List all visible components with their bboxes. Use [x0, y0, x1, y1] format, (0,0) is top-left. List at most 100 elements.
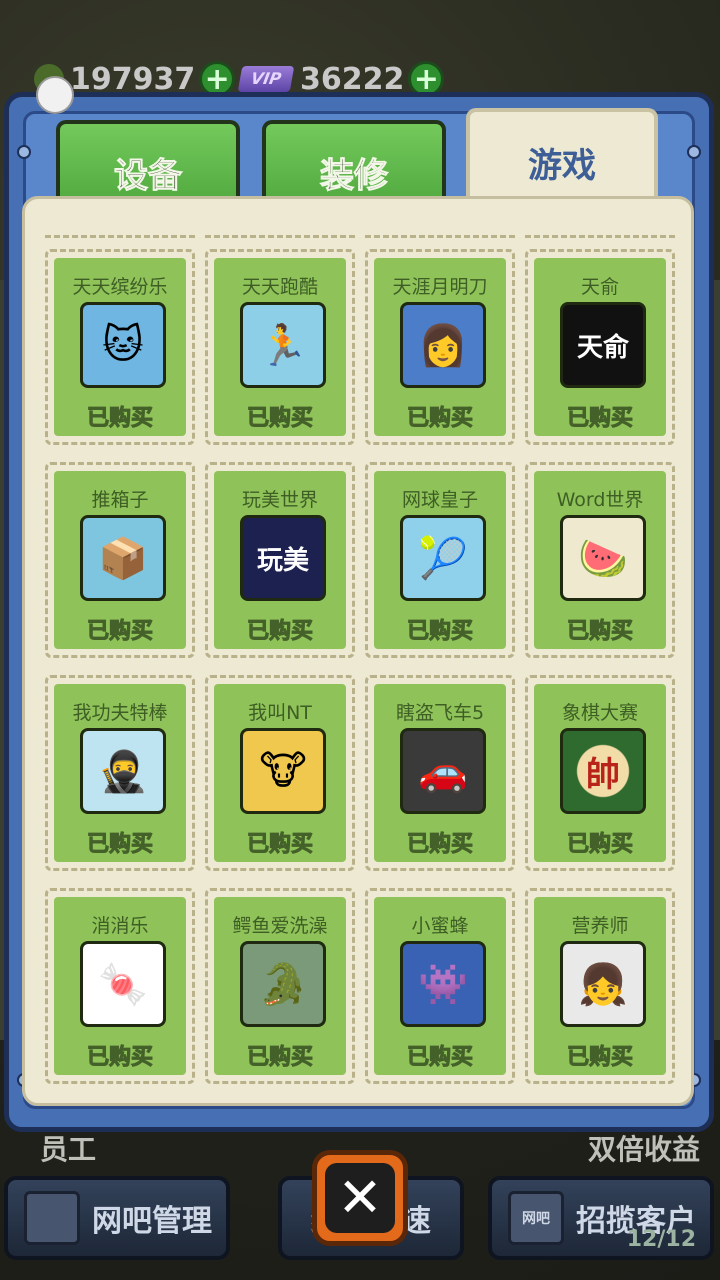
bull-icon: 🐮	[240, 728, 326, 814]
purchased-status: 已购买	[246, 619, 313, 645]
game-name: 营养师	[571, 915, 629, 937]
game-card[interactable]: 瞎盗飞车5 🚗 已购买	[365, 675, 515, 871]
game-icon-glyph: 🍉	[578, 535, 628, 582]
game-name: 小蜜蜂	[411, 915, 469, 937]
purchased-status: 已购买	[566, 406, 633, 432]
attract-customer-button[interactable]: 网吧 招揽客户 12/12	[488, 1176, 714, 1260]
tab-games-label: 游戏	[528, 145, 596, 186]
game-icon-glyph: 帥	[563, 731, 643, 811]
game-icon-glyph: 🐮	[259, 748, 307, 794]
game-name: 天俞	[580, 276, 619, 298]
game-card-body: 玩美世界 玩美 已购买	[214, 471, 346, 649]
game-name: 天涯月明刀	[392, 276, 488, 298]
kungfu-icon: 🥷	[80, 728, 166, 814]
rivet-icon	[17, 145, 31, 159]
game-name: 瞎盗飞车5	[395, 702, 485, 724]
purchased-status: 已购买	[406, 619, 473, 645]
box-push-icon: 📦	[80, 515, 166, 601]
purchased-status: 已购买	[246, 832, 313, 858]
swordswoman-icon: 👩	[400, 302, 486, 388]
game-card[interactable]: 网球皇子 🎾 已购买	[365, 462, 515, 658]
game-icon-glyph: 👩	[418, 322, 468, 369]
game-icon-glyph: 🍬	[98, 961, 148, 1008]
game-name: 象棋大赛	[561, 702, 638, 724]
gun-car-icon: 🚗	[400, 728, 486, 814]
game-name: 推箱子	[91, 489, 149, 511]
game-card[interactable]: 消消乐 🍬 已购买	[45, 888, 195, 1084]
cafe-manage-button[interactable]: 网吧管理	[4, 1176, 230, 1260]
tennis-player-icon: 🎾	[400, 515, 486, 601]
game-card-body: 我功夫特棒 🥷 已购买	[54, 684, 186, 862]
game-card[interactable]: 我功夫特棒 🥷 已购买	[45, 675, 195, 871]
cafe-sign-icon: 网吧	[508, 1191, 564, 1245]
game-icon-glyph: 🏃	[258, 322, 308, 369]
game-icon-glyph: 玩美	[256, 545, 309, 576]
game-icon-glyph: 🎾	[418, 535, 468, 582]
cafe-manage-label: 网吧管理	[92, 1204, 212, 1239]
purchased-status: 已购买	[566, 832, 633, 858]
cafe-sign-text: 网吧	[522, 1211, 550, 1227]
previous-row-edge	[45, 223, 685, 238]
game-card[interactable]: 天天缤纷乐 🐱 已购买	[45, 249, 195, 445]
game-card[interactable]: 天俞 天俞 已购买	[525, 249, 675, 445]
purchased-status: 已购买	[86, 619, 153, 645]
game-icon-glyph: 天俞	[576, 332, 629, 363]
space-invader-icon: 👾	[400, 941, 486, 1027]
purchased-status: 已购买	[566, 619, 633, 645]
game-name: 我功夫特棒	[72, 702, 168, 724]
tab-decoration-label: 装修	[320, 155, 389, 196]
game-card-body: 天天跑酷 🏃 已购买	[214, 258, 346, 436]
game-card-body: 天天缤纷乐 🐱 已购买	[54, 258, 186, 436]
game-card-body: 消消乐 🍬 已购买	[54, 897, 186, 1075]
game-name: 鳄鱼爱洗澡	[232, 915, 328, 937]
game-card-body: 象棋大赛帥已购买	[534, 684, 666, 862]
game-name: 网球皇子	[401, 489, 478, 511]
game-card-body: 天俞 天俞 已购买	[534, 258, 666, 436]
game-name: 天天跑酷	[241, 276, 318, 298]
chef-girl-icon: 👧	[560, 941, 646, 1027]
game-name: 我叫NT	[248, 702, 312, 724]
game-card[interactable]: 小蜜蜂 👾 已购买	[365, 888, 515, 1084]
game-icon-glyph: 🚗	[418, 748, 468, 795]
close-button[interactable]	[312, 1150, 408, 1246]
game-card[interactable]: Word世界 🍉 已购买	[525, 462, 675, 658]
runner-icon: 🏃	[240, 302, 326, 388]
game-card[interactable]: 天涯月明刀 👩 已购买	[365, 249, 515, 445]
crocodile-icon: 🐊	[240, 941, 326, 1027]
games-panel[interactable]: 天天缤纷乐 🐱 已购买 天天跑酷 🏃 已购买 天涯月明刀 👩 已购买 天俞 天俞 已购买 推箱子 📦 已购买…	[22, 196, 694, 1106]
touch-indicator	[36, 76, 74, 114]
tab-equipment-label: 设备	[114, 155, 183, 196]
tools-icon	[24, 1191, 80, 1245]
purchased-status: 已购买	[406, 406, 473, 432]
game-card-body: 鳄鱼爱洗澡 🐊 已购买	[214, 897, 346, 1075]
game-card[interactable]: 推箱子 📦 已购买	[45, 462, 195, 658]
game-card[interactable]: 玩美世界 玩美 已购买	[205, 462, 355, 658]
game-name: 天天缤纷乐	[72, 276, 168, 298]
game-card[interactable]: 鳄鱼爱洗澡 🐊 已购买	[205, 888, 355, 1084]
game-card-body: 小蜜蜂 👾 已购买	[374, 897, 506, 1075]
game-card[interactable]: 天天跑酷 🏃 已购买	[205, 249, 355, 445]
purchased-status: 已购买	[86, 1045, 153, 1071]
game-card[interactable]: 营养师 👧 已购买	[525, 888, 675, 1084]
candy-tiles-icon: 🍬	[80, 941, 166, 1027]
game-card-body: 瞎盗飞车5 🚗 已购买	[374, 684, 506, 862]
watermelon-icon: 🍉	[560, 515, 646, 601]
game-card-body: 天涯月明刀 👩 已购买	[374, 258, 506, 436]
purchased-status: 已购买	[406, 832, 473, 858]
game-card-body: 网球皇子 🎾 已购买	[374, 471, 506, 649]
double-income-label[interactable]: 双倍收益	[588, 1128, 700, 1168]
game-icon-glyph: 📦	[98, 535, 148, 582]
purchased-status: 已购买	[86, 406, 153, 432]
game-card-body: 我叫NT 🐮 已购买	[214, 684, 346, 862]
game-name: 玩美世界	[241, 489, 318, 511]
game-card-body: 推箱子 📦 已购买	[54, 471, 186, 649]
purchased-status: 已购买	[86, 832, 153, 858]
game-icon-glyph: 🥷	[98, 748, 148, 795]
game-name: 消消乐	[91, 915, 149, 937]
customer-count: 12/12	[626, 1227, 696, 1252]
rivet-icon	[687, 145, 701, 159]
game-icon-glyph: 👾	[418, 961, 468, 1008]
game-card[interactable]: 象棋大赛帥已购买	[525, 675, 675, 871]
vip-badge-icon: VIP	[237, 66, 295, 92]
game-card[interactable]: 我叫NT 🐮 已购买	[205, 675, 355, 871]
